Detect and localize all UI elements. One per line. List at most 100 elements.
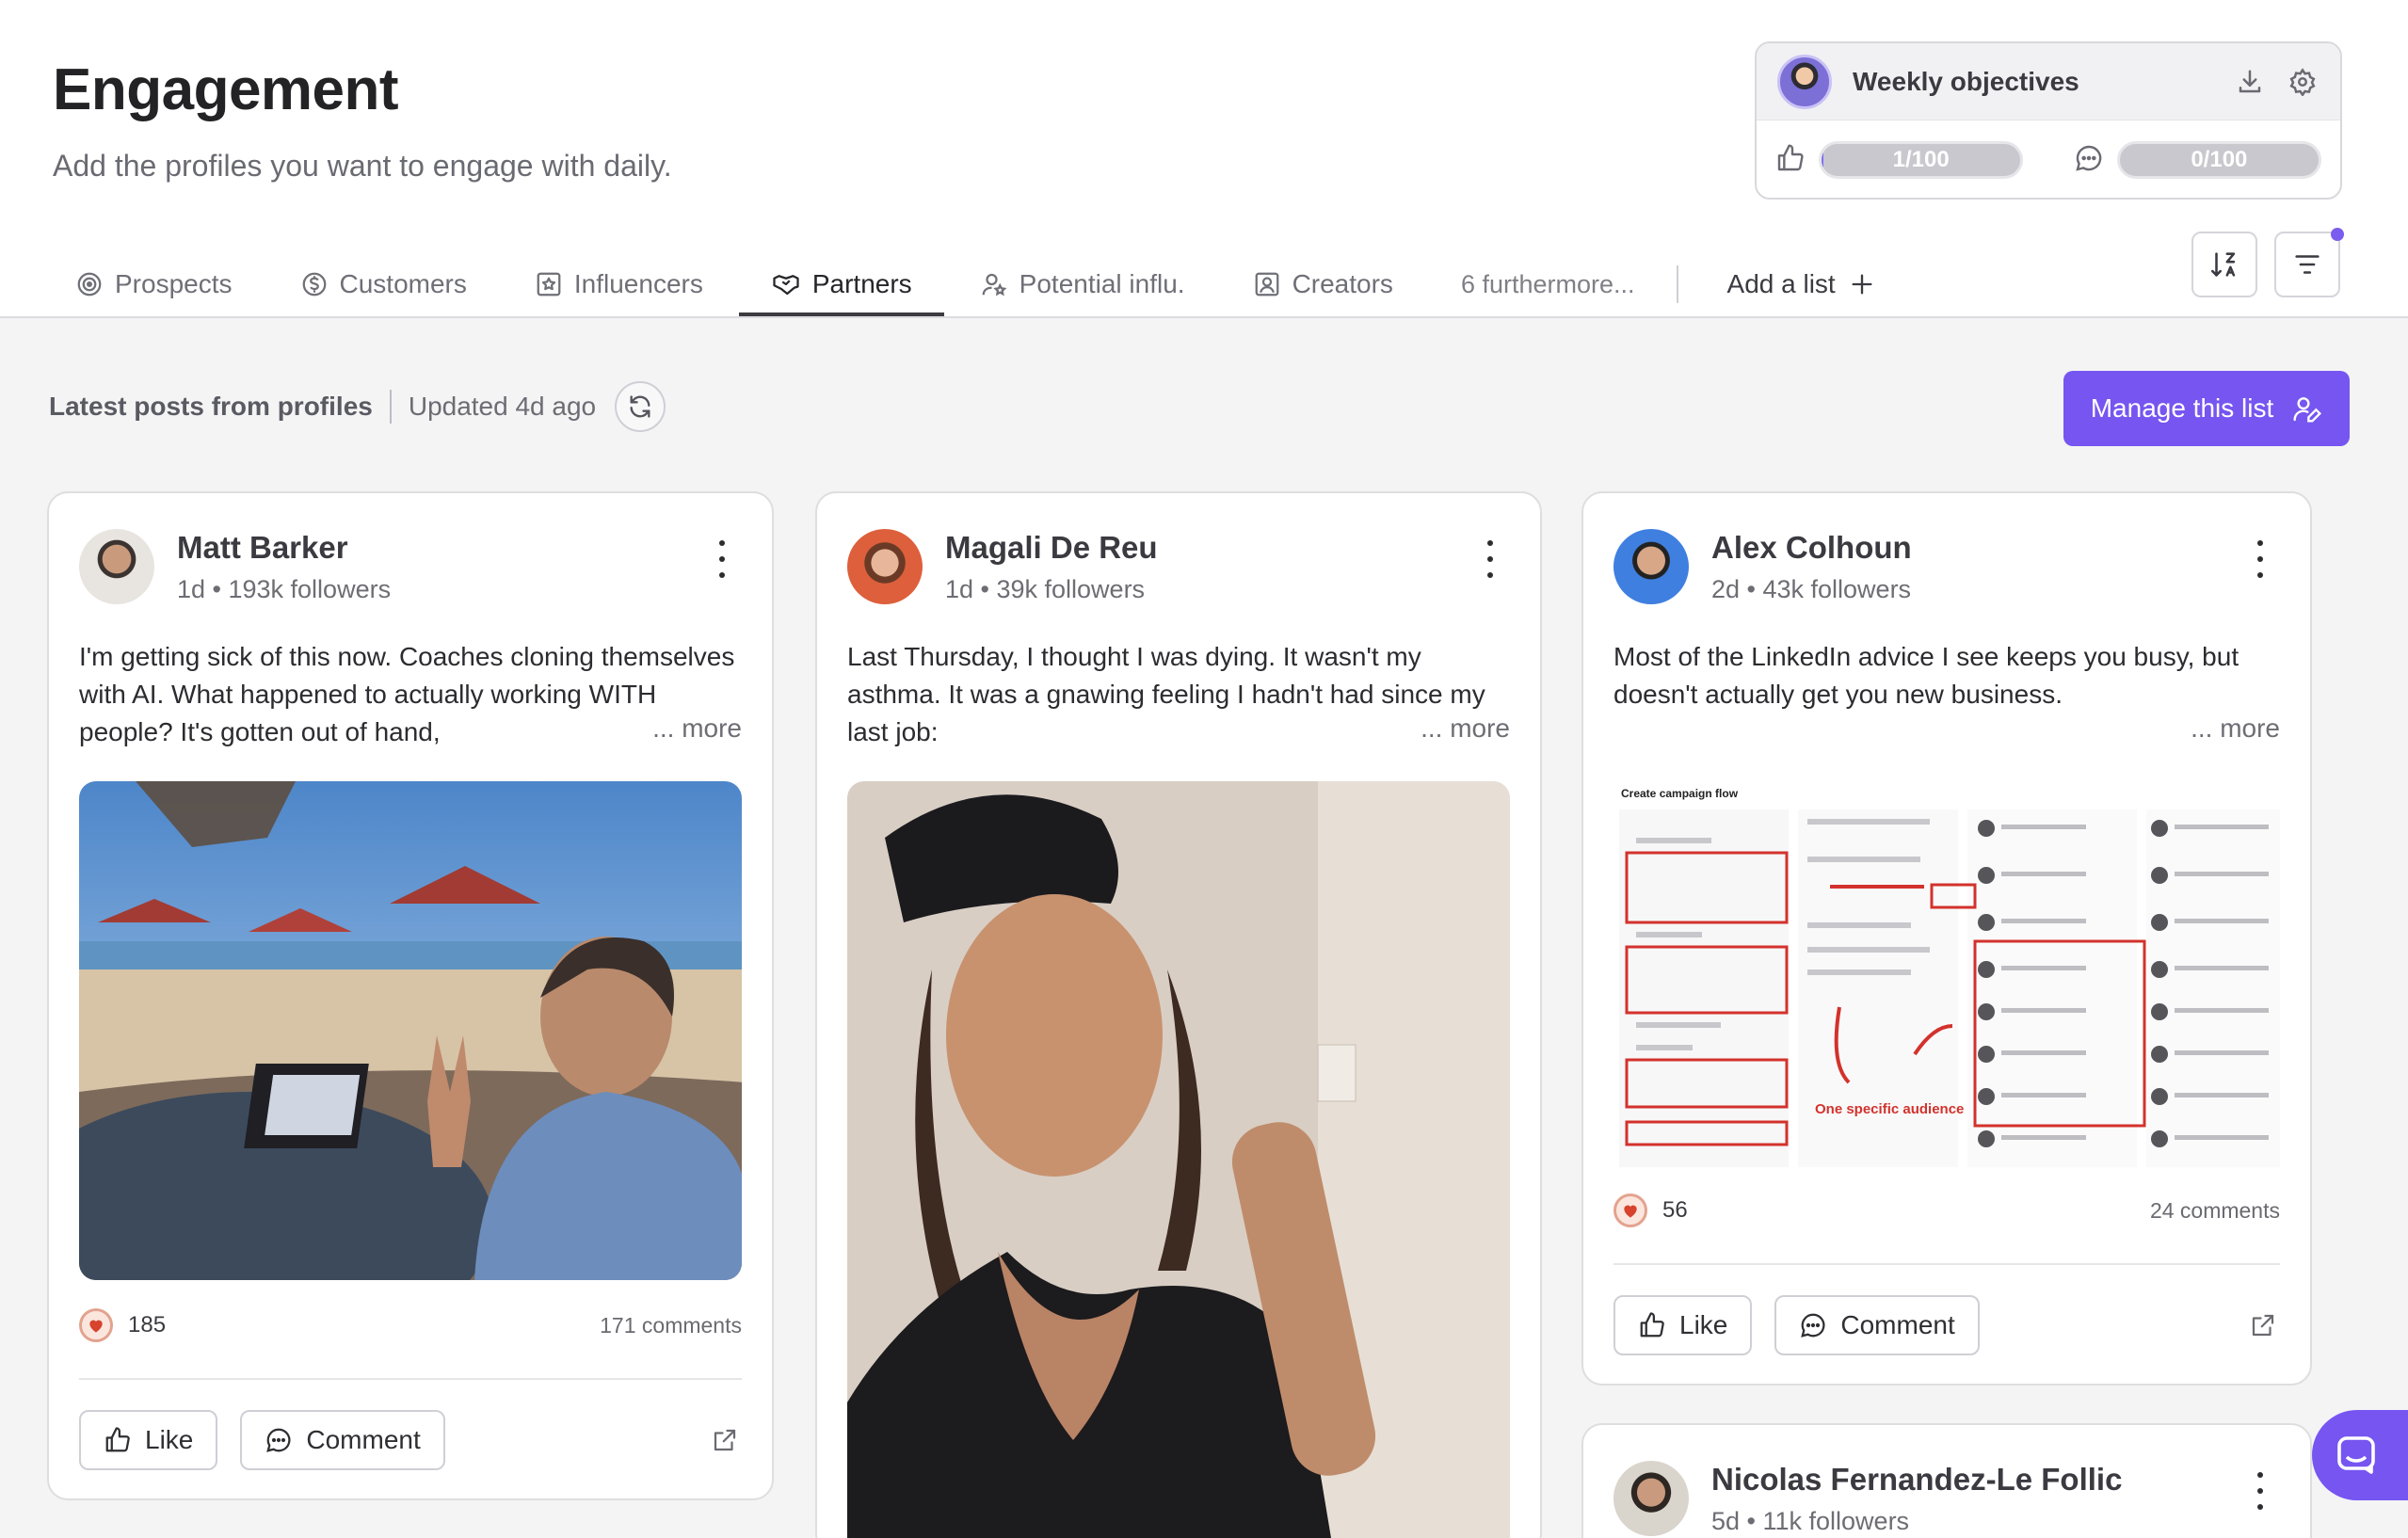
- like-button[interactable]: Like: [1613, 1295, 1753, 1355]
- tab-influencers[interactable]: Influencers: [535, 256, 703, 312]
- heart-icon: [1613, 1194, 1647, 1227]
- thumbs-up-icon: [105, 1427, 130, 1452]
- filter-icon: [2295, 255, 2320, 274]
- tab-potential-influencers[interactable]: Potential influ.: [980, 256, 1185, 312]
- author-meta: 5d • 11k followers: [1711, 1507, 1910, 1535]
- likes-progress-fill: [1822, 144, 1824, 176]
- comment-icon: [266, 1428, 291, 1452]
- see-more-link[interactable]: ... more: [641, 713, 742, 744]
- comments-count[interactable]: 24 comments: [2150, 1198, 2280, 1224]
- author-meta: 1d • 193k followers: [177, 575, 392, 603]
- section-label: Latest posts from profiles: [49, 392, 373, 421]
- user-edit-icon: [2293, 397, 2322, 423]
- post-text: Most of the LinkedIn advice I see keeps …: [1613, 642, 2239, 709]
- chat-icon: [2337, 1436, 2375, 1474]
- tab-label: Prospects: [115, 269, 233, 298]
- author-name[interactable]: Nicolas Fernandez-Le Follic: [1711, 1461, 2122, 1498]
- page-title: Engagement: [53, 57, 399, 122]
- comments-progress-label: 0/100: [2191, 147, 2248, 172]
- tab-creators[interactable]: Creators: [1253, 256, 1393, 312]
- more-options-icon[interactable]: [2254, 540, 2267, 578]
- tab-label: Customers: [339, 269, 467, 298]
- post-image[interactable]: Create campaign flow One specific audien…: [1613, 781, 2280, 1167]
- updated-timestamp: Updated 4d ago: [408, 392, 597, 421]
- thumbs-up-icon: [1640, 1312, 1664, 1338]
- manage-list-button[interactable]: Manage this list: [2063, 371, 2350, 446]
- download-icon[interactable]: [2233, 65, 2267, 99]
- target-icon: [77, 272, 102, 296]
- external-link-icon[interactable]: [2246, 1308, 2280, 1342]
- post-image[interactable]: [847, 781, 1510, 1538]
- list-tabs: Prospects Customers Influencers Partners…: [75, 256, 1875, 316]
- tab-partners[interactable]: Partners: [738, 256, 944, 316]
- comment-button[interactable]: Comment: [1774, 1295, 1980, 1355]
- weekly-objectives-header: Weekly objectives: [1757, 43, 2340, 120]
- likes-count: 185: [128, 1312, 167, 1338]
- tab-label: Influencers: [573, 269, 703, 298]
- dollar-icon: [302, 272, 326, 296]
- author-meta: 1d • 39k followers: [945, 575, 1146, 603]
- author-meta: 2d • 43k followers: [1711, 575, 1912, 603]
- avatar[interactable]: [1613, 1461, 1689, 1536]
- tab-customers[interactable]: Customers: [300, 256, 467, 312]
- avatar[interactable]: [847, 529, 923, 604]
- tab-label: Creators: [1292, 269, 1393, 298]
- refresh-button[interactable]: [615, 381, 666, 432]
- likes-progress-label: 1/100: [1892, 147, 1950, 172]
- sort-button[interactable]: [2191, 232, 2257, 297]
- page-subtitle: Add the profiles you want to engage with…: [53, 149, 672, 183]
- post-card: Alex Colhoun 2d • 43k followers Most of …: [1581, 491, 2312, 1386]
- post-card: Matt Barker 1d • 193k followers I'm gett…: [47, 491, 774, 1500]
- filter-active-dot: [2331, 228, 2344, 241]
- more-options-icon[interactable]: [715, 540, 729, 578]
- thumbs-up-icon: [1775, 143, 1806, 178]
- author-name[interactable]: Magali De Reu: [945, 529, 1158, 567]
- see-more-link[interactable]: ... more: [2179, 713, 2280, 744]
- weekly-objectives-title: Weekly objectives: [1853, 66, 2079, 96]
- tab-label: Partners: [811, 269, 912, 298]
- filter-button[interactable]: [2274, 228, 2344, 297]
- sort-az-icon: [2210, 252, 2236, 277]
- avatar[interactable]: [1613, 529, 1689, 604]
- like-label: Like: [145, 1425, 194, 1454]
- avatar: [1777, 54, 1832, 109]
- see-more-link[interactable]: ... more: [1409, 713, 1510, 744]
- top-header: Engagement Add the profiles you want to …: [0, 0, 2408, 318]
- image-caption: Create campaign flow: [1621, 787, 1739, 800]
- posts-section-header: Latest posts from profiles Updated 4d ag…: [49, 380, 666, 433]
- portrait-icon: [1255, 272, 1278, 296]
- tab-prospects[interactable]: Prospects: [75, 256, 233, 312]
- more-options-icon[interactable]: [1484, 540, 1497, 578]
- heart-icon: [79, 1308, 113, 1342]
- likes-progress-bar: 1/100: [1819, 141, 2024, 179]
- like-button[interactable]: Like: [79, 1410, 218, 1470]
- manage-list-label: Manage this list: [2090, 393, 2274, 423]
- external-link-icon[interactable]: [708, 1423, 742, 1457]
- handshake-icon: [773, 275, 799, 296]
- refresh-icon: [630, 395, 650, 418]
- divider: [1613, 1263, 2280, 1265]
- comment-label: Comment: [1840, 1310, 1955, 1339]
- chat-support-button[interactable]: [2312, 1410, 2408, 1500]
- avatar[interactable]: [79, 529, 154, 604]
- more-options-icon[interactable]: [2254, 1472, 2267, 1510]
- weekly-objectives-panel: Weekly objectives 1/100 0/100: [1755, 41, 2342, 200]
- author-name[interactable]: Matt Barker: [177, 529, 391, 567]
- comment-label: Comment: [306, 1425, 421, 1454]
- post-card: Nicolas Fernandez-Le Follic 5d • 11k fol…: [1581, 1423, 2312, 1538]
- divider: [79, 1378, 742, 1380]
- tab-more[interactable]: 6 furthermore...: [1461, 270, 1635, 299]
- post-image[interactable]: [79, 781, 742, 1280]
- likes-count: 56: [1662, 1197, 1688, 1223]
- gear-icon[interactable]: [2286, 65, 2320, 99]
- star-badge-icon: [537, 272, 561, 296]
- add-list-label: Add a list: [1726, 269, 1836, 298]
- comments-count[interactable]: 171 comments: [600, 1313, 742, 1338]
- comment-button[interactable]: Comment: [240, 1410, 445, 1470]
- tab-label: Potential influ.: [1019, 269, 1185, 298]
- tab-separator: [1676, 265, 1678, 303]
- user-star-icon: [982, 273, 1007, 296]
- add-list-button[interactable]: Add a list: [1727, 269, 1875, 299]
- author-name[interactable]: Alex Colhoun: [1711, 529, 1912, 567]
- comment-icon: [2074, 143, 2104, 178]
